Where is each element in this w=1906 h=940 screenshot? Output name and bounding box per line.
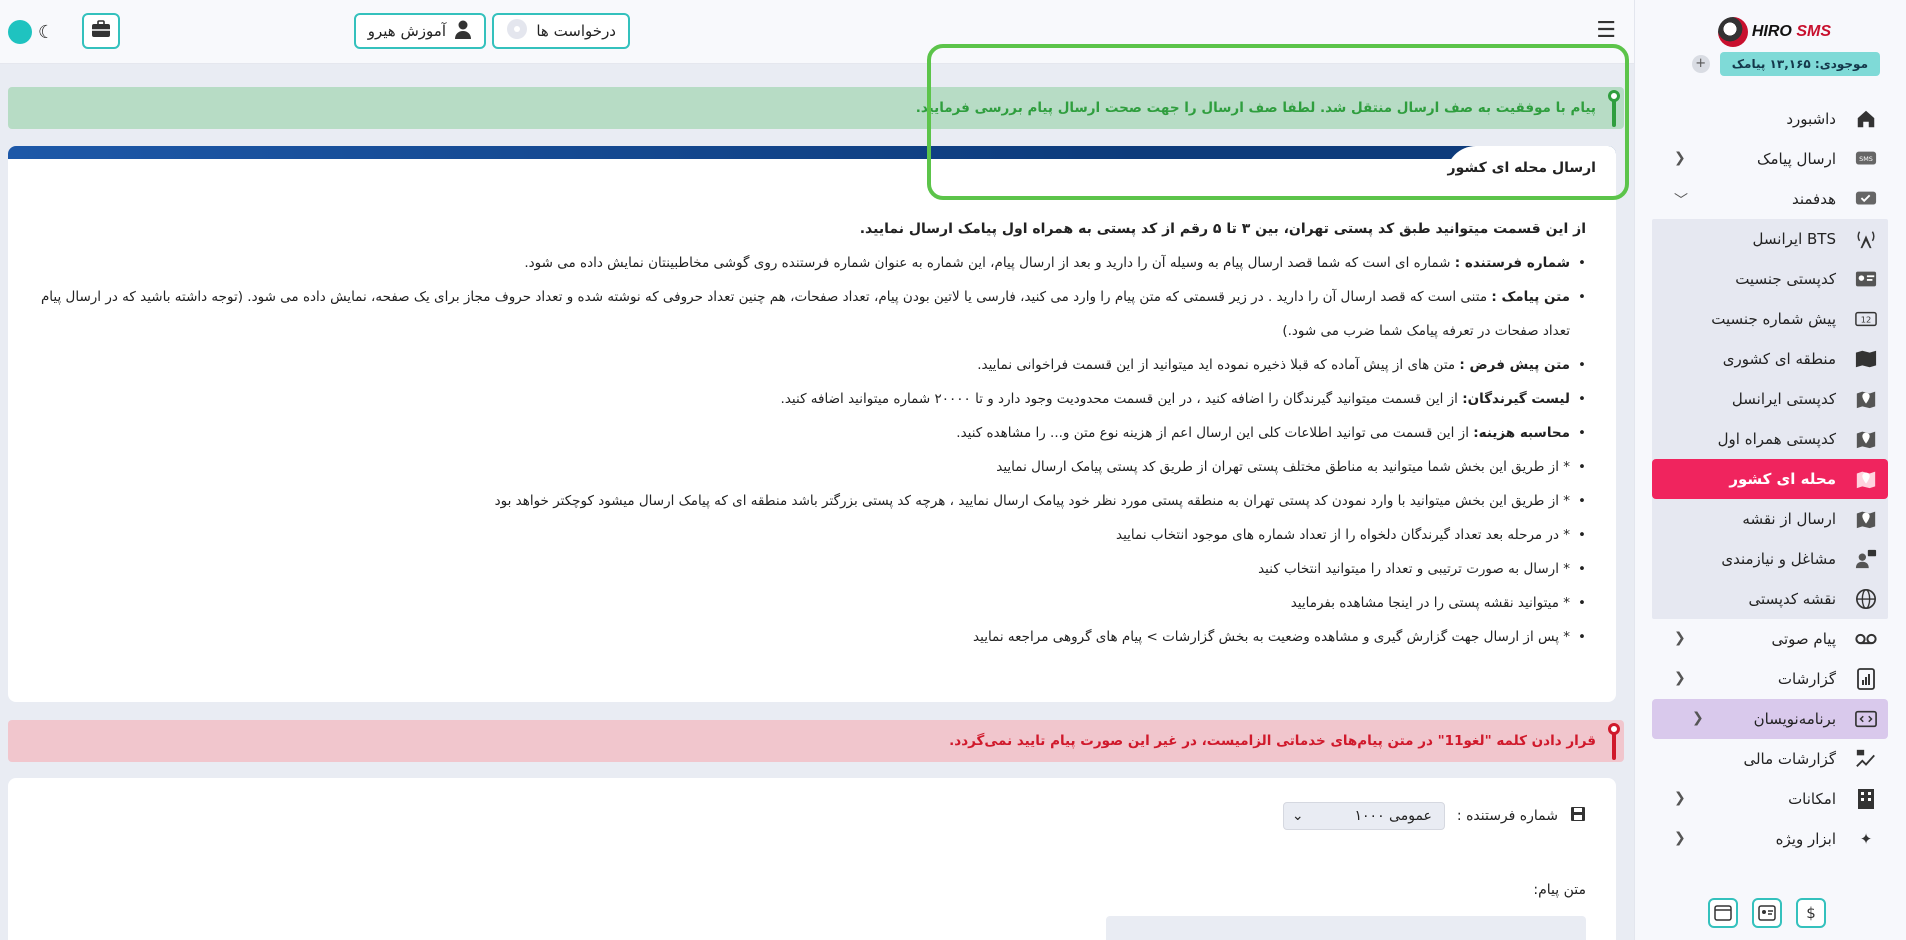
chevron-left-icon: ❮ [1674,630,1686,646]
list-item: * در مرحله بعد تعداد گیرندگان دلخواه را … [32,518,1586,552]
sidebar-item-bts-irancell[interactable]: BTS ایرانسل [1652,219,1888,259]
chevron-down-icon: ⌄ [1291,808,1304,824]
sidebar-item-postcode-map[interactable]: نقشه کدپستی [1652,579,1888,619]
hiro-training-button[interactable]: آموزش هیرو [353,13,486,49]
map-icon [1854,347,1878,371]
brand-logo[interactable]: HIRO SMS [1717,12,1831,52]
sidebar-item-dashboard[interactable]: داشبورد [1635,99,1906,139]
list-item: * پس از ارسال جهت گزارش گیری و مشاهده وض… [32,620,1586,654]
chevron-left-icon: ❮ [1674,150,1686,166]
list-item: * ارسال به صورت ترتیبی و تعداد را میتوان… [32,552,1586,586]
balance-badge: موجودی: ۱۳,۱۶۵ پیامک [1719,52,1880,76]
sidebar-item-prefix-gender[interactable]: 12 پیش شماره جنسیت [1652,299,1888,339]
hamburger-menu-icon[interactable]: ☰ [1596,18,1616,43]
calendar-icon[interactable] [1708,898,1738,928]
user-icon [454,19,472,44]
pin-icon [1608,723,1620,760]
sidebar-item-postcode-irancell[interactable]: کدپستی ایرانسل [1652,379,1888,419]
card-title: ارسال محله ای کشور [1446,146,1616,192]
sidebar-item-send-from-map[interactable]: ارسال از نقشه [1652,499,1888,539]
globe-icon [1854,587,1878,611]
sidebar-item-voice[interactable]: پیام صوتی ❮ [1635,619,1906,659]
sidebar-item-neighborhood[interactable]: محله ای کشور [1652,459,1888,499]
sidebar-item-features[interactable]: امکانات ❮ [1635,779,1906,819]
save-icon [1570,806,1586,826]
user-chat-icon [1854,547,1878,571]
card-header-band [8,146,1616,159]
list-item: محاسبه هزینه: از این قسمت می توانید اطلا… [32,416,1586,450]
chevron-left-icon: ❮ [1674,830,1686,846]
message-label: متن پیام: [1533,882,1586,898]
map-pin-icon [1854,387,1878,411]
theme-dot-icon [8,20,32,44]
chevron-left-icon: ❮ [1674,790,1686,806]
globe-logo-icon [1717,17,1748,47]
requests-button[interactable]: درخواست ها [492,13,630,49]
sender-select[interactable]: عمومی ۱۰۰۰ ⌄ [1282,802,1445,830]
list-item: * از طریق این بخش میتوانید با وارد نمودن… [32,484,1586,518]
sidebar-item-regional[interactable]: منطقه ای کشوری [1652,339,1888,379]
sidebar-item-financial-reports[interactable]: گزارشات مالی [1635,739,1906,779]
list-item: متن پیش فرض : متن های از پیش آماده که قب… [32,348,1586,382]
briefcase-button[interactable] [82,13,120,49]
home-icon [1854,107,1878,131]
number-icon: 12 [1854,307,1878,331]
svg-text:12: 12 [1861,315,1872,325]
pin-icon [1608,90,1620,127]
sidebar-item-jobs[interactable]: مشاغل و نیازمندی [1652,539,1888,579]
list-item: * از طریق این بخش شما میتوانید به مناطق … [32,450,1586,484]
list-item: متن پیامک : متنی است که قصد ارسال آن را … [32,280,1586,348]
map-pin-icon [1854,427,1878,451]
send-form: شماره فرستنده : عمومی ۱۰۰۰ ⌄ متن پیام: [8,778,1616,940]
list-item: * میتوانید نقشه پستی را در اینجا مشاهده … [32,586,1586,620]
code-icon [1854,707,1878,731]
finance-icon [1854,747,1878,771]
info-card: ارسال محله ای کشور از این قسمت میتوانید … [8,146,1616,702]
sidebar-footer: $ [1708,898,1826,928]
sidebar: HIRO SMS موجودی: ۱۳,۱۶۵ پیامک + داشبورد … [1634,0,1906,940]
building-icon [1854,787,1878,811]
message-textarea[interactable] [1106,916,1586,940]
circle-avatar-icon [506,18,528,45]
dollar-icon[interactable]: $ [1796,898,1826,928]
theme-toggle[interactable]: ☾ [8,20,54,44]
sidebar-item-reports[interactable]: گزارشات ❮ [1635,659,1906,699]
add-credit-button[interactable]: + [1691,55,1710,73]
sparkle-icon: ✦ [1859,830,1873,848]
instructions-list: شماره فرستنده : شماره ای است که شما قصد … [32,246,1586,654]
map-pin-icon [1854,507,1878,531]
report-icon [1854,667,1878,691]
top-bar: ☰ درخواست ها آموزش هیرو ☾ [0,0,1634,64]
antenna-icon [1854,227,1878,251]
contact-card-icon[interactable] [1752,898,1782,928]
briefcase-icon [91,19,111,43]
card-body: از این قسمت میتوانید طبق کد پستی تهران، … [32,212,1586,654]
list-item: لیست گیرندگان: از این قسمت میتوانید گیرن… [32,382,1586,416]
card-intro: از این قسمت میتوانید طبق کد پستی تهران، … [859,221,1586,237]
moon-icon: ☾ [38,21,55,43]
svg-text:SMS: SMS [1859,155,1873,163]
targeted-submenu: BTS ایرانسل کدپستی جنسیت 12 پیش شماره جن… [1652,219,1888,619]
chevron-left-icon: ❮ [1692,710,1704,726]
id-card-icon [1854,267,1878,291]
success-alert: پیام با موفقیت به صف ارسال منتقل شد. لطف… [8,87,1624,129]
location-icon [1854,467,1878,491]
sms-icon: SMS [1854,147,1878,171]
sender-label: شماره فرستنده : [1456,808,1558,824]
sidebar-item-postcode-gender[interactable]: کدپستی جنسیت [1652,259,1888,299]
sidebar-item-targeted[interactable]: هدفمند ﹀ [1635,179,1906,219]
list-item: شماره فرستنده : شماره ای است که شما قصد … [32,246,1586,280]
sidebar-item-postcode-mci[interactable]: کدپستی همراه اول [1652,419,1888,459]
chevron-left-icon: ❮ [1674,670,1686,686]
target-icon [1854,187,1878,211]
sidebar-item-special-tools[interactable]: ✦ ابزار ویژه ❮ [1635,819,1906,859]
chevron-down-icon: ﹀ [1674,193,1688,209]
danger-alert: قرار دادن کلمه "لغو11" در متن پیام‌های خ… [8,720,1624,762]
voicemail-icon [1854,627,1878,651]
sidebar-menu: داشبورد SMS ارسال پیامک ❮ هدفمند ﹀ BTS ا… [1635,99,1906,859]
sidebar-item-send-sms[interactable]: SMS ارسال پیامک ❮ [1635,139,1906,179]
sidebar-item-developers[interactable]: برنامه‌نویسان ❮ [1652,699,1888,739]
